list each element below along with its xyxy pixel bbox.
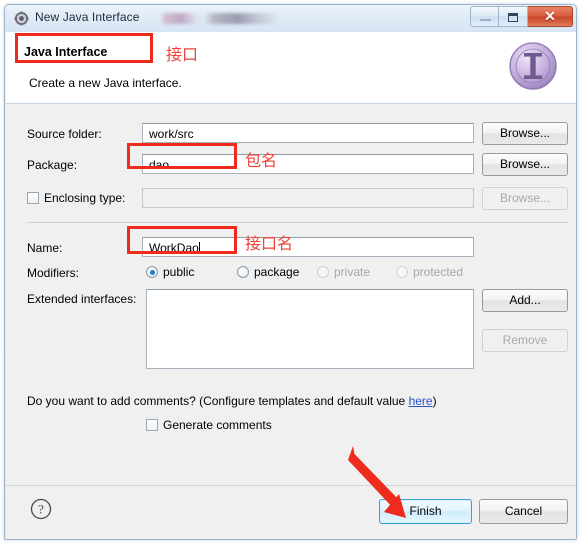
modifier-radio-public[interactable]: public <box>146 265 194 279</box>
name-input[interactable]: WorkDao <box>142 237 474 257</box>
modifier-label: public <box>163 265 195 279</box>
checkbox-icon <box>27 192 39 204</box>
text-caret <box>198 242 200 254</box>
java-interface-window-icon <box>14 11 29 26</box>
java-interface-banner-icon <box>509 42 557 90</box>
modifiers-label: Modifiers: <box>27 266 80 280</box>
redacted-title-suffix <box>160 13 280 24</box>
extended-interfaces-label: Extended interfaces: <box>27 292 137 306</box>
radio-icon <box>146 266 158 278</box>
enclosing-type-browse-button: Browse... <box>482 187 568 210</box>
generate-comments-checkbox[interactable]: Generate comments <box>146 418 272 432</box>
enclosing-type-label: Enclosing type: <box>44 191 126 205</box>
dialog-title: New Java Interface <box>35 10 140 24</box>
generate-comments-label: Generate comments <box>163 418 272 432</box>
source-folder-input[interactable]: work/src <box>142 123 474 143</box>
modifier-label: package <box>254 265 300 279</box>
window-controls: ✕ <box>470 6 573 27</box>
modifier-radio-package[interactable]: package <box>237 265 299 279</box>
name-label: Name: <box>27 241 63 255</box>
radio-icon <box>396 266 408 278</box>
source-folder-browse-button[interactable]: Browse... <box>482 122 568 145</box>
package-input[interactable]: dao <box>142 154 474 174</box>
radio-icon <box>317 266 329 278</box>
extended-interfaces-list[interactable] <box>146 289 474 369</box>
header-subtitle: Create a new Java interface. <box>29 76 182 90</box>
package-browse-button[interactable]: Browse... <box>482 153 568 176</box>
source-folder-label: Source folder: <box>27 127 102 141</box>
add-interface-button[interactable]: Add... <box>482 289 568 312</box>
comments-question-prefix: Do you want to add comments? (Configure … <box>27 394 409 408</box>
section-divider <box>27 222 568 223</box>
enclosing-type-input <box>142 188 474 208</box>
close-button[interactable]: ✕ <box>528 6 573 27</box>
maximize-button[interactable] <box>499 6 528 27</box>
remove-interface-button: Remove <box>482 329 568 352</box>
modifier-radio-private: private <box>317 265 370 279</box>
new-java-interface-dialog: New Java Interface ✕ Java Interface Crea… <box>4 4 577 540</box>
finish-button[interactable]: Finish <box>379 499 472 524</box>
radio-icon <box>237 266 249 278</box>
enclosing-type-checkbox[interactable]: Enclosing type: <box>27 191 125 205</box>
comments-question: Do you want to add comments? (Configure … <box>27 394 437 408</box>
maximize-icon <box>508 13 518 22</box>
dialog-titlebar[interactable]: New Java Interface ✕ <box>5 5 576 32</box>
dialog-footer: ? Finish Cancel <box>6 485 576 539</box>
svg-text:?: ? <box>38 502 44 516</box>
modifier-radio-protected: protected <box>396 265 463 279</box>
minimize-button[interactable] <box>470 6 499 27</box>
minimize-icon <box>480 19 491 21</box>
configure-templates-link[interactable]: here <box>409 394 433 408</box>
dialog-header: Java Interface Create a new Java interfa… <box>6 32 576 104</box>
modifier-label: private <box>334 265 371 279</box>
screenshot-root: New Java Interface ✕ Java Interface Crea… <box>0 0 581 544</box>
name-input-value: WorkDao <box>149 241 199 255</box>
dialog-body: Source folder: work/src Browse... Packag… <box>6 104 576 485</box>
modifier-label: protected <box>413 265 464 279</box>
close-icon: ✕ <box>544 8 556 24</box>
help-question-icon[interactable]: ? <box>30 498 52 520</box>
comments-question-suffix: ) <box>432 394 437 408</box>
cancel-button[interactable]: Cancel <box>479 499 568 524</box>
package-label: Package: <box>27 158 78 172</box>
header-title: Java Interface <box>24 45 108 59</box>
checkbox-icon <box>146 419 158 431</box>
